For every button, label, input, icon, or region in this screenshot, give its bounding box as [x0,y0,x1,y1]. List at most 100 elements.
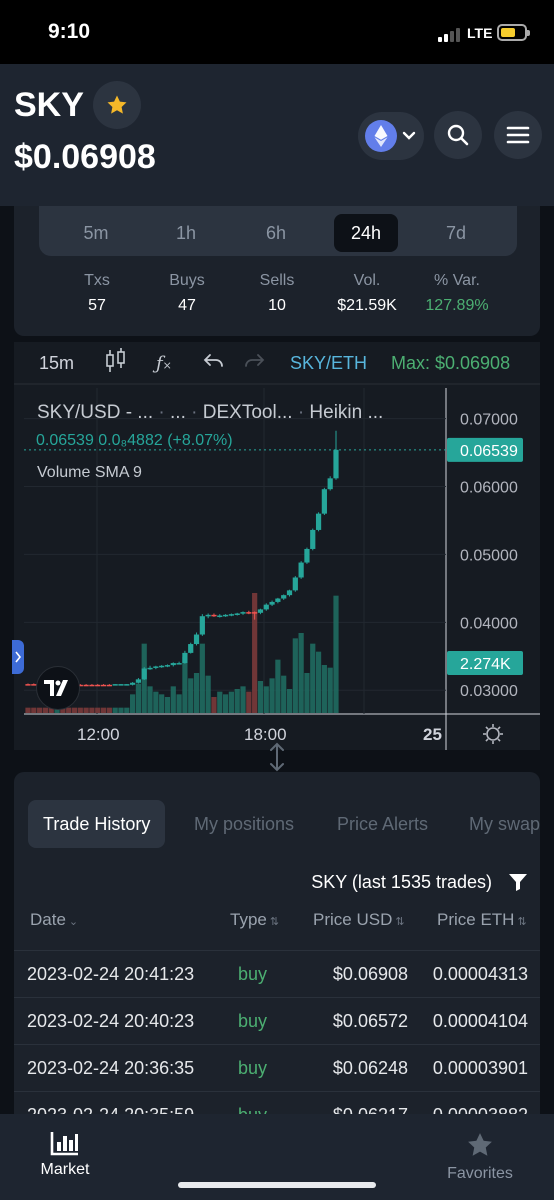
candles-icon[interactable] [104,346,128,376]
candle-body [135,679,142,683]
tab-my-positions[interactable]: My positions [194,800,294,848]
redo-icon[interactable] [242,352,266,372]
timeframe-7d[interactable]: 7d [424,214,488,252]
token-header: SKY $0.06908 [0,64,554,206]
volume-bar [199,643,205,713]
volume-bar [83,707,89,713]
chevron-down-icon [402,131,416,140]
menu-button[interactable] [494,111,542,159]
ethereum-icon [365,120,397,152]
volume-bar [188,678,194,713]
stat-variation: % Var. 127.89% [425,272,489,314]
column-price-usd[interactable]: Price USD ⇅ [313,910,405,930]
volume-bar [304,673,310,713]
volume-bar [234,689,240,713]
candle-body [333,449,339,479]
battery-icon [497,24,530,41]
star-icon [107,95,127,114]
candle-body [228,614,234,616]
candle-body [310,529,316,549]
volume-bar [240,686,246,713]
side-panel-toggle[interactable] [12,640,24,674]
candle-body [315,513,322,530]
network-label: LTE [467,25,493,41]
candle-body [327,478,333,490]
volume-bar [95,707,101,713]
volume-bar [135,683,142,713]
home-indicator [178,1182,376,1188]
volume-bar [292,638,298,713]
settings-gear-icon [483,724,503,744]
volume-bar [298,633,304,713]
nav-market-label: Market [40,1161,90,1178]
candle-body [292,577,298,591]
volume-bar [193,673,200,713]
candle-body [211,614,217,617]
volume-badge-label: 2.274K [460,656,511,673]
last-price-label: 0.06539 [460,443,518,460]
column-date[interactable]: Date ⌄ [30,910,78,930]
volume-bar [211,697,217,713]
x-tick-label: 25 [423,725,442,744]
volume-bar [286,689,293,713]
candle-body [321,489,327,514]
timeframe-6h[interactable]: 6h [244,214,308,252]
ohlc-values: 0.06539 0.0₈4882 (+8.07%) [36,432,233,449]
candle-body [269,601,275,605]
bar-chart-icon [50,1132,78,1156]
y-tick-label: 0.05000 [460,547,518,564]
nav-market[interactable]: Market [20,1130,110,1179]
status-bar: 9:10 LTE [0,0,554,64]
search-icon [447,124,469,146]
candle-body [298,562,304,578]
candle-body [106,684,112,687]
search-button[interactable] [434,111,482,159]
hamburger-icon [506,126,530,144]
table-row[interactable]: 2023-02-24 20:41:23 buy $0.06908 0.00004… [14,950,540,997]
filter-icon[interactable] [508,872,528,892]
candle-body [89,684,95,687]
volume-bar [112,707,118,713]
indicators-icon[interactable]: ƒ× [156,353,172,374]
trades-summary: SKY (last 1535 trades) [311,872,492,892]
resize-handle-icon[interactable] [266,742,288,772]
tab-my-swaps[interactable]: My swaps [469,800,540,848]
tab-price-alerts[interactable]: Price Alerts [337,800,428,848]
chain-selector[interactable] [358,112,424,160]
candle-body [246,612,252,614]
volume-bar [310,643,316,713]
timeframe-5m[interactable]: 5m [64,214,128,252]
interval-button[interactable]: 15m [39,353,74,374]
favorite-button[interactable] [93,81,141,129]
panel-tabs: Trade History My positions Price Alerts … [28,800,540,848]
price-chart[interactable]: 0.07000 0.06000 0.05000 0.04000 0.03000 0.065… [14,342,540,750]
column-type[interactable]: Type ⇅ [230,910,279,930]
token-price: $0.06908 [14,138,156,176]
star-icon [468,1133,492,1156]
volume-bar [31,707,37,713]
token-name: SKY [14,86,84,124]
candle-body [100,684,107,687]
column-price-eth[interactable]: Price ETH ⇅ [437,910,527,930]
stat-sells: Sells 10 [259,272,295,314]
candle-body [130,682,136,685]
candle-body [147,667,153,670]
volume-bar [100,707,107,713]
undo-icon[interactable] [202,352,226,372]
table-row[interactable]: 2023-02-24 20:36:35 buy $0.06248 0.00003… [14,1044,540,1091]
volume-bar [252,593,258,713]
pair-selector[interactable]: SKY/ETH [290,353,367,374]
nav-favorites[interactable]: Favorites [435,1130,525,1183]
candle-body [170,663,176,666]
y-tick-label: 0.07000 [460,412,518,429]
timeframe-24h[interactable]: 24h [334,214,398,252]
tab-trade-history[interactable]: Trade History [28,800,166,848]
volume-indicator-label[interactable]: Volume SMA 9 [37,464,142,482]
candle-body [25,684,31,686]
volume-bar [118,707,124,713]
table-row[interactable]: 2023-02-24 20:40:23 buy $0.06572 0.00004… [14,997,540,1044]
stat-txs: Txs 57 [84,272,110,314]
chart-legend[interactable]: SKY/USD - ... · ... · DEXTool... · Heiki… [37,402,383,424]
timeframe-1h[interactable]: 1h [154,214,218,252]
volume-bar [25,707,31,713]
